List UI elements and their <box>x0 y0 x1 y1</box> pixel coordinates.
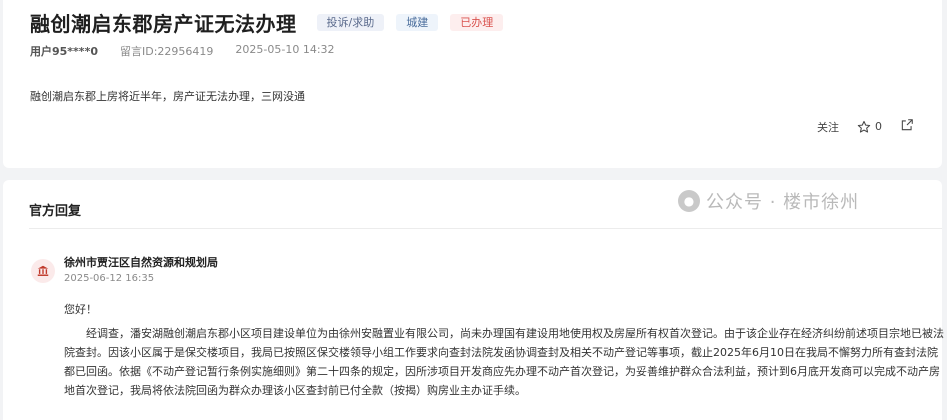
watermark: ● 公众号 · 楼市徐州 <box>678 188 859 214</box>
reply-time: 2025-06-12 16:35 <box>64 273 155 284</box>
post-actions: 关注 0 <box>817 118 914 135</box>
reply-greeting: 您好！ <box>64 303 97 316</box>
watermark-text: 公众号 · 楼市徐州 <box>706 192 860 213</box>
reply-body: 您好！ 经调查，潘安湖融创潮启东郡小区项目建设单位为由徐州安融置业有限公司，尚未… <box>64 300 944 400</box>
tag-category[interactable]: 城建 <box>396 14 439 31</box>
post-card: 融创潮启东郡房产证无法办理 投诉/求助 城建 已办理 用户95****0 留言I… <box>3 0 942 168</box>
share-button[interactable] <box>900 118 914 135</box>
post-meta: 用户95****0 留言ID:22956419 2025-05-10 14:32 <box>30 43 357 59</box>
status-badge: 已办理 <box>450 14 504 31</box>
government-building-icon <box>31 259 55 283</box>
follow-button[interactable]: 关注 <box>817 119 839 135</box>
share-icon <box>901 119 913 131</box>
org-name: 徐州市贾汪区自然资源和规划局 <box>64 256 218 269</box>
like-count: 0 <box>875 120 882 133</box>
reply-card: 官方回复 徐州市贾汪区自然资源和规划局 2025-06-12 16:35 您好！… <box>3 180 944 420</box>
reply-section-title: 官方回复 <box>29 204 82 219</box>
post-datetime: 2025-05-10 14:32 <box>235 43 335 56</box>
divider <box>29 228 942 229</box>
post-title: 融创潮启东郡房产证无法办理 <box>30 12 297 36</box>
post-content: 融创潮启东郡上房将近半年，房产证无法办理，三网没通 <box>30 90 305 103</box>
star-icon <box>857 120 871 133</box>
wechat-icon: ● <box>678 190 700 212</box>
post-user: 用户95****0 <box>30 45 98 58</box>
tag-type[interactable]: 投诉/求助 <box>316 14 385 31</box>
title-row: 融创潮启东郡房产证无法办理 投诉/求助 城建 已办理 <box>30 8 504 37</box>
message-id: 留言ID:22956419 <box>119 45 214 58</box>
reply-paragraph: 经调查，潘安湖融创潮启东郡小区项目建设单位为由徐州安融置业有限公司，尚未办理国有… <box>64 327 944 397</box>
like-button[interactable]: 0 <box>857 120 882 134</box>
